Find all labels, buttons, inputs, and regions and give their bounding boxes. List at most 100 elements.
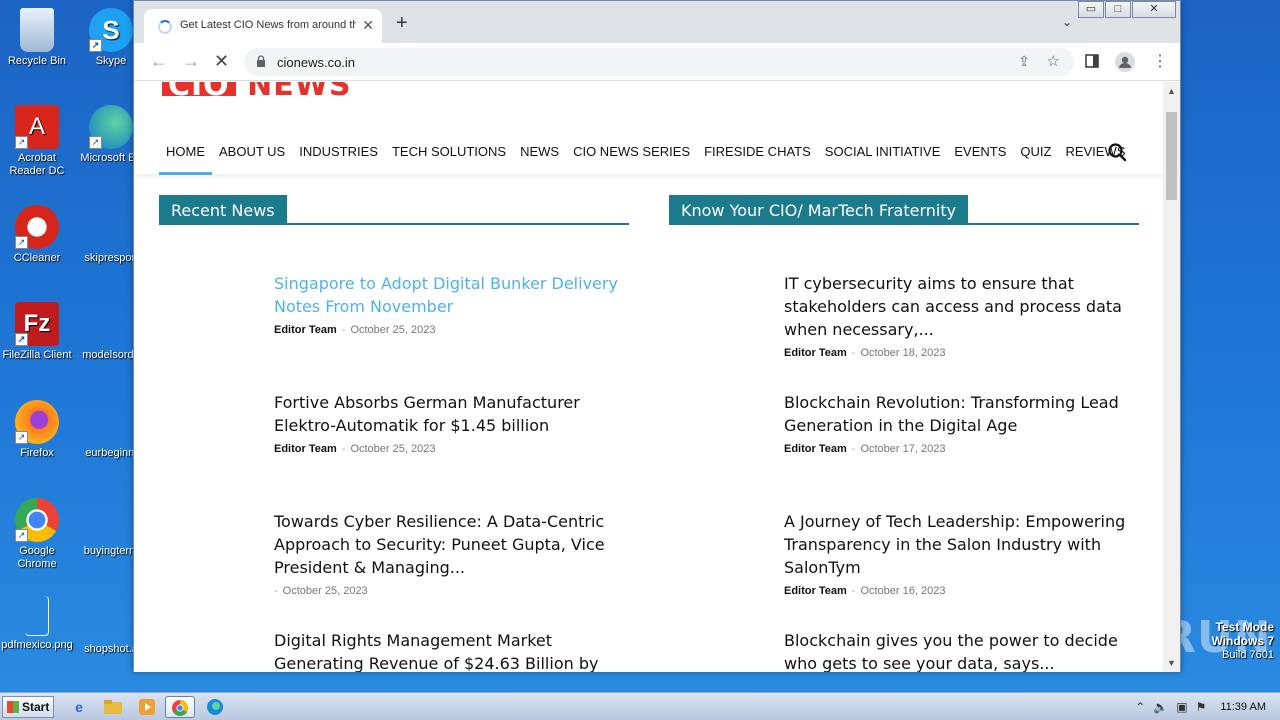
page-viewport: CIO NEWS HOME ABOUT US INDUSTRIES TECH S… xyxy=(134,82,1164,672)
list-item[interactable]: Towards Cyber Resilience: A Data-Centric… xyxy=(274,510,634,597)
browser-tab[interactable]: Get Latest CIO News from around th ✕ xyxy=(144,9,382,43)
file-icon xyxy=(89,302,133,346)
desktop-icon-firefox[interactable]: ↗ Firefox xyxy=(0,400,74,460)
post-title[interactable]: Blockchain gives you the power to decide… xyxy=(784,629,1144,672)
main-navigation: HOME ABOUT US INDUSTRIES TECH SOLUTIONS … xyxy=(159,135,1132,175)
list-item[interactable]: Blockchain gives you the power to decide… xyxy=(784,629,1144,672)
post-author[interactable]: Editor Team xyxy=(784,443,847,455)
taskbar-ie-icon[interactable]: e xyxy=(64,696,94,718)
page-scrollbar[interactable]: ▲ ▼ xyxy=(1163,82,1180,672)
back-arrow-icon[interactable]: ← xyxy=(150,51,168,71)
scroll-up-icon[interactable]: ▲ xyxy=(1167,86,1176,96)
list-item[interactable]: IT cybersecurity aims to ensure that sta… xyxy=(784,272,1144,359)
taskbar-edge-icon[interactable] xyxy=(200,696,230,718)
desktop-icon-ccleaner[interactable]: ↗ CCleaner xyxy=(0,205,74,265)
nav-news[interactable]: NEWS xyxy=(513,135,566,175)
desktop-icon-recycle-bin[interactable]: Recycle Bin xyxy=(0,8,74,68)
nav-fireside-chats[interactable]: FIRESIDE CHATS xyxy=(697,135,818,175)
list-item[interactable]: Digital Rights Management Market Generat… xyxy=(274,629,634,672)
list-item[interactable]: Blockchain Revolution: Transforming Lead… xyxy=(784,391,1144,455)
test-mode-watermark: Test Mode Windows 7 Build 7601 xyxy=(1211,621,1274,662)
new-tab-button[interactable]: + xyxy=(396,13,408,33)
volume-icon[interactable]: 🔈 xyxy=(1153,700,1168,714)
tab-search-chevron-icon[interactable]: ⌄ xyxy=(1062,15,1072,29)
post-author[interactable]: Editor Team xyxy=(274,324,337,336)
share-icon[interactable]: ⇪ xyxy=(1018,53,1030,70)
side-panel-icon[interactable] xyxy=(1085,54,1099,71)
post-title[interactable]: Singapore to Adopt Digital Bunker Delive… xyxy=(274,272,634,318)
action-center-icon[interactable]: ⚑ xyxy=(1196,700,1207,714)
post-date: October 25, 2023 xyxy=(282,585,368,597)
maximize-button[interactable]: □ xyxy=(1105,1,1131,18)
watermark-line-1: Test Mode xyxy=(1215,620,1274,634)
taskbar-media-player-icon[interactable] xyxy=(132,696,162,718)
post-title[interactable]: A Journey of Tech Leadership: Empowering… xyxy=(784,510,1144,579)
network-icon[interactable]: ▣ xyxy=(1176,700,1187,714)
post-author[interactable]: Editor Team xyxy=(784,585,847,597)
desktop-icon-acrobat[interactable]: A ↗ Acrobat Reader DC xyxy=(0,105,74,178)
post-title[interactable]: Fortive Absorbs German Manufacturer Elek… xyxy=(274,391,634,437)
desktop-icon-label: Google Chrome xyxy=(17,545,57,570)
profile-avatar-icon[interactable] xyxy=(1115,52,1135,75)
desktop-icon-label: FileZilla Client xyxy=(2,349,72,361)
nav-events[interactable]: EVENTS xyxy=(947,135,1013,175)
system-tray: ⌃ 🔈 ▣ ⚑ 11:39 AM xyxy=(1131,693,1280,720)
nav-social-initiative[interactable]: SOCIAL INITIATIVE xyxy=(818,135,948,175)
desktop-icon-filezilla[interactable]: Fz ↗ FileZilla Client xyxy=(0,302,74,362)
taskbar-explorer-icon[interactable] xyxy=(98,696,128,718)
taskbar: Start e ⌃ 🔈 ▣ ⚑ 11:39 AM xyxy=(0,692,1280,720)
post-author[interactable]: Editor Team xyxy=(274,443,337,455)
nav-quiz[interactable]: QUIZ xyxy=(1013,135,1058,175)
tab-close-icon[interactable]: ✕ xyxy=(362,17,374,34)
scroll-down-icon[interactable]: ▼ xyxy=(1167,658,1176,668)
nav-industries[interactable]: INDUSTRIES xyxy=(292,135,385,175)
chrome-window: Get Latest CIO News from around th ✕ + ⌄… xyxy=(133,0,1181,672)
nav-tech-solutions[interactable]: TECH SOLUTIONS xyxy=(385,135,513,175)
post-date: October 25, 2023 xyxy=(350,324,436,336)
post-title[interactable]: Towards Cyber Resilience: A Data-Centric… xyxy=(274,510,634,579)
stop-loading-icon[interactable]: ✕ xyxy=(214,51,229,71)
list-item[interactable]: Fortive Absorbs German Manufacturer Elek… xyxy=(274,391,634,455)
list-item[interactable]: A Journey of Tech Leadership: Empowering… xyxy=(784,510,1144,597)
post-date: October 17, 2023 xyxy=(860,443,946,455)
address-bar[interactable]: cionews.co.in ⇪ ☆ xyxy=(244,48,1074,76)
ccleaner-icon: ↗ xyxy=(15,205,59,249)
desktop-icon-label: Recycle Bin xyxy=(7,55,67,67)
post-meta: Editor Team - October 25, 2023 xyxy=(274,324,436,336)
list-item[interactable]: Singapore to Adopt Digital Bunker Delive… xyxy=(274,272,634,336)
taskbar-chrome-icon[interactable] xyxy=(165,696,195,718)
nav-cio-news-series[interactable]: CIO NEWS SERIES xyxy=(566,135,697,175)
edge-icon: ↗ xyxy=(89,105,133,149)
scrollbar-thumb[interactable] xyxy=(1166,112,1177,200)
post-meta: Editor Team - October 25, 2023 xyxy=(274,443,436,455)
close-window-button[interactable]: ✕ xyxy=(1132,1,1176,18)
search-icon[interactable] xyxy=(1107,142,1127,162)
kebab-menu-icon[interactable]: ⋮ xyxy=(1152,51,1168,71)
start-button[interactable]: Start xyxy=(2,696,54,718)
firefox-icon: ↗ xyxy=(15,400,59,444)
minimize-button[interactable]: ▭ xyxy=(1078,1,1104,18)
bookmark-star-icon[interactable]: ☆ xyxy=(1047,52,1060,70)
desktop-icon-label: buyingterm xyxy=(83,545,139,557)
chrome-icon: ↗ xyxy=(15,498,59,542)
tray-expand-icon[interactable]: ⌃ xyxy=(1135,700,1145,714)
desktop-icon-chrome[interactable]: ↗ Google Chrome xyxy=(0,498,74,571)
logo-cio: CIO xyxy=(162,82,236,96)
file-icon xyxy=(89,205,133,249)
nav-about-us[interactable]: ABOUT US xyxy=(212,135,292,175)
desktop-icon-pdfmexico[interactable]: pdfmexico.png xyxy=(0,596,74,652)
taskbar-clock[interactable]: 11:39 AM xyxy=(1220,701,1266,713)
windows-logo-icon xyxy=(7,701,19,713)
forward-arrow-icon[interactable]: → xyxy=(182,51,200,71)
post-author[interactable]: Editor Team xyxy=(784,347,847,359)
watermark-line-3: Build 7601 xyxy=(1222,649,1274,661)
post-title[interactable]: Digital Rights Management Market Generat… xyxy=(274,629,634,672)
site-logo[interactable]: CIO NEWS xyxy=(162,82,351,96)
post-title[interactable]: IT cybersecurity aims to ensure that sta… xyxy=(784,272,1144,341)
lock-icon xyxy=(257,55,265,67)
nav-home[interactable]: HOME xyxy=(159,135,212,175)
post-date: October 25, 2023 xyxy=(350,443,436,455)
post-title[interactable]: Blockchain Revolution: Transforming Lead… xyxy=(784,391,1144,437)
desktop-icon-label: Skype xyxy=(95,55,127,67)
desktop-icon-label: pdfmexico.png xyxy=(1,639,73,651)
